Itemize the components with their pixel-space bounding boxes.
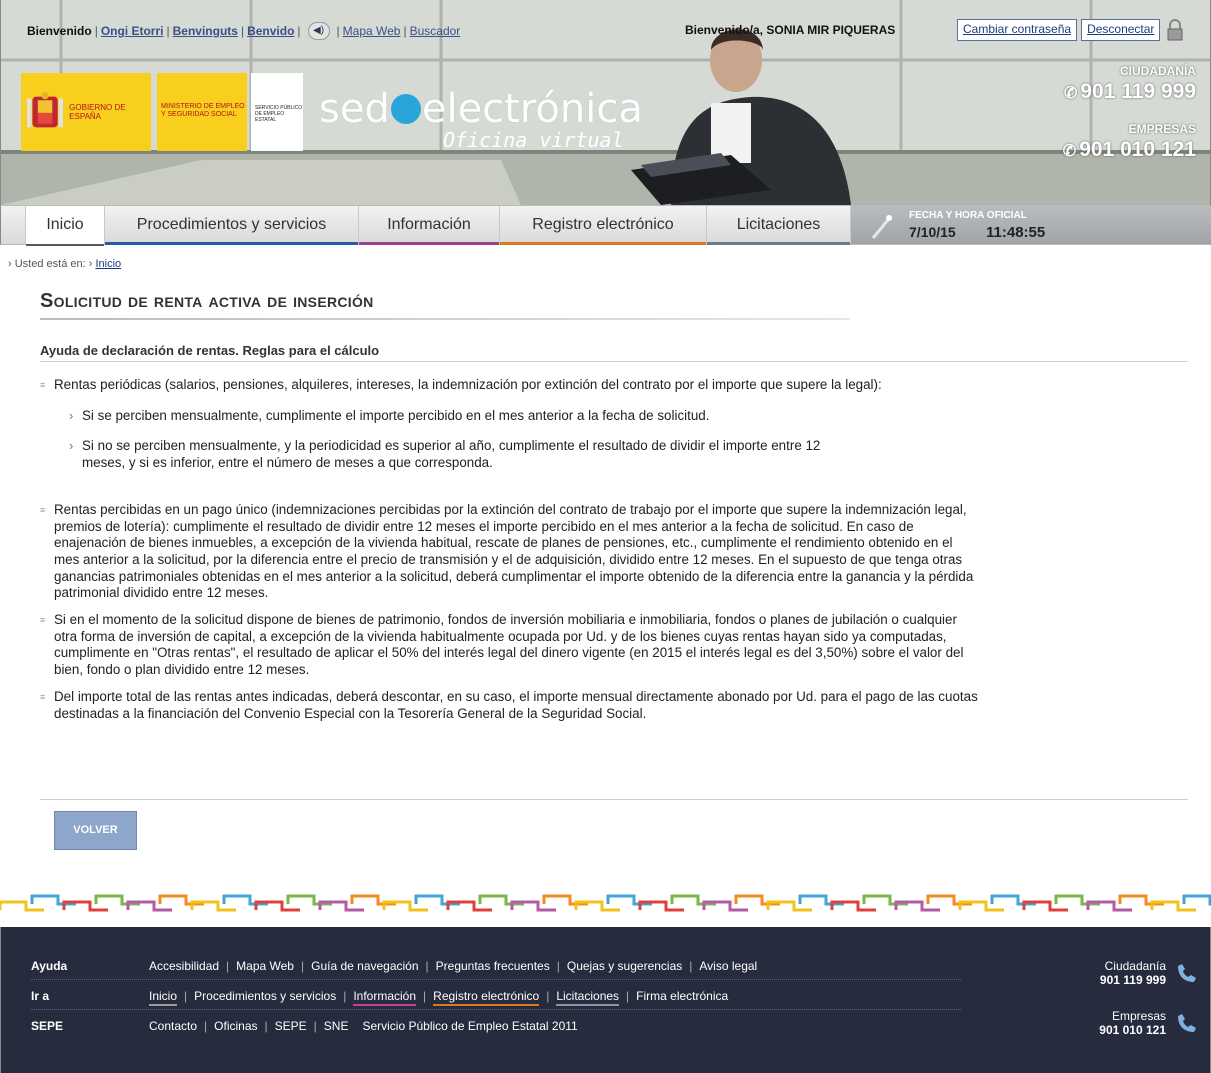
tab-underline (707, 242, 850, 245)
chevron-right-icon: › (69, 407, 74, 423)
bullet-icon: ≡ (40, 380, 46, 390)
language-spanish: Bienvenido (27, 24, 92, 38)
footer-link[interactable]: Información (353, 989, 417, 1006)
footer-business-phone: Empresas 901 010 121 (1099, 1009, 1196, 1037)
sub-list-item: › Si se perciben mensualmente, cumplimen… (69, 407, 710, 423)
header-phones: CIUDADANÍA ✆ 901 119 999 EMPRESAS ✆ 901 01… (1063, 64, 1196, 162)
gobierno-logo: GOBIERNO DE ESPAÑA (21, 73, 151, 151)
search-link[interactable]: Buscador (410, 24, 461, 38)
government-logos: GOBIERNO DE ESPAÑA MINISTERIO DE EMPLEO … (21, 73, 303, 151)
bullet-icon: ≡ (40, 504, 46, 515)
footer-link[interactable]: Inicio (149, 989, 178, 1006)
footer-link[interactable]: Oficinas (214, 1019, 257, 1033)
breadcrumb-arrow-icon: › (88, 258, 93, 270)
footer-link[interactable]: Guía de navegación (311, 959, 418, 973)
sepe-logo: SERVICIO PÚBLICO DE EMPLEO ESTATAL (251, 73, 303, 151)
tab-registro[interactable]: Registro electrónico (500, 206, 707, 245)
account-actions: Cambiar contraseña Desconectar (957, 19, 1184, 41)
speaker-icon[interactable]: ◀) (307, 22, 330, 40)
content-bottom-divider (40, 799, 1188, 800)
welcome-user-text: Bienvenido/a, SONIA MIR PIQUERAS (685, 23, 896, 37)
sede-electronica-brand: sed electrónica (319, 86, 643, 132)
citizen-phone-label: CIUDADANÍA (1120, 64, 1196, 78)
logout-link[interactable]: Desconectar (1081, 19, 1161, 41)
tab-underline (359, 242, 499, 245)
gobierno-logo-text: GOBIERNO DE ESPAÑA (69, 103, 126, 121)
change-password-link[interactable]: Cambiar contraseña (957, 19, 1078, 41)
top-links-bar: Bienvenido | Ongi Etorri | Benvinguts | … (27, 22, 461, 40)
footer-link[interactable]: Firma electrónica (636, 989, 728, 1006)
tab-underline (26, 244, 104, 246)
subheading-divider (40, 361, 1188, 362)
footer-row-label: Ayuda (31, 959, 68, 973)
phone-icon (1178, 964, 1196, 982)
brand-dot-icon (390, 94, 421, 124)
clock-date: 7/10/15 (909, 224, 956, 240)
site-footer: Ayuda Accesibilidad | Mapa Web | Guía de n… (0, 927, 1211, 1073)
clock-label: FECHA Y HORA OFICIAL (909, 210, 1027, 221)
phone-icon: ✆ (1063, 85, 1078, 102)
footer-copyright: Servicio Público de Empleo Estatal 2011 (362, 1019, 578, 1033)
footer-link[interactable]: Quejas y sugerencias (567, 959, 682, 973)
main-nav: Inicio Procedimientos y servicios Inform… (0, 205, 1211, 246)
breadcrumb-link-inicio[interactable]: Inicio (95, 258, 121, 270)
volver-button[interactable]: VOLVER (54, 811, 137, 850)
tab-underline (500, 242, 706, 245)
breadcrumb: › Usted está en: › Inicio (8, 258, 121, 270)
footer-link[interactable]: Mapa Web (236, 959, 294, 973)
tab-informacion[interactable]: Información (359, 206, 500, 245)
language-galician-link[interactable]: Benvido (247, 24, 294, 38)
chevron-right-icon: › (69, 438, 74, 454)
footer-link[interactable]: SEPE (275, 1019, 307, 1033)
sub-list-item: › Si no se perciben mensualmente, y la p… (69, 438, 821, 471)
phone-icon: ✆ (1062, 143, 1077, 160)
tab-licitaciones[interactable]: Licitaciones (707, 206, 851, 245)
section-subheading: Ayuda de declaración de rentas. Reglas p… (40, 343, 380, 358)
footer-link[interactable]: Registro electrónico (433, 989, 540, 1006)
business-phone-label: EMPRESAS (1128, 122, 1196, 136)
footer-row-label: SEPE (31, 1019, 64, 1033)
clock-time: 11:48:55 (986, 224, 1046, 241)
footer-link[interactable]: Accesibilidad (149, 959, 219, 973)
citizen-phone-number: ✆ 901 119 999 (1063, 80, 1196, 103)
bullet-icon: ≡ (40, 615, 46, 626)
title-divider (40, 318, 850, 320)
site-header: Bienvenido | Ongi Etorri | Benvinguts | … (0, 0, 1211, 205)
list-item: ≡ Rentas periódicas (salarios, pensiones… (40, 377, 980, 472)
list-item: ≡ Del importe total de las rentas antes … (40, 688, 978, 721)
tab-underline (105, 242, 358, 245)
breadcrumb-prefix: Usted está en: (14, 258, 86, 270)
phone-icon (1178, 1014, 1196, 1032)
page-title: Solicitud de renta activa de inserción (40, 290, 374, 312)
footer-row-ir-a: Ir a Inicio | Procedimientos y servicios |… (31, 989, 961, 1010)
footer-row-ayuda: Ayuda Accesibilidad | Mapa Web | Guía de n… (31, 959, 961, 980)
footer-link[interactable]: Contacto (149, 1019, 197, 1033)
footer-link[interactable]: Preguntas frecuentes (436, 959, 550, 973)
footer-link[interactable]: Aviso legal (699, 959, 757, 973)
footer-row-label: Ir a (31, 989, 50, 1003)
list-item: ≡ Rentas percibidas en un pago único (in… (40, 501, 974, 601)
ministerio-logo: MINISTERIO DE EMPLEO Y SEGURIDAD SOCIAL (157, 73, 247, 151)
oficina-virtual-subtitle: Oficina virtual (443, 128, 624, 152)
breadcrumb-arrow-icon: › (8, 258, 12, 270)
footer-row-sepe: SEPE Contacto | Oficinas | SEPE | SNE Servi… (31, 1019, 578, 1033)
tab-procedimientos[interactable]: Procedimientos y servicios (105, 206, 359, 245)
tab-inicio[interactable]: Inicio (25, 206, 105, 246)
decorative-chain-strip (0, 894, 1211, 912)
footer-link[interactable]: SNE (324, 1019, 349, 1033)
lock-icon (1167, 19, 1183, 41)
footer-link[interactable]: Licitaciones (556, 989, 620, 1006)
language-basque-link[interactable]: Ongi Etorri (101, 24, 164, 38)
rules-list: ≡ Rentas periódicas (salarios, pensiones… (40, 377, 980, 732)
sitemap-link[interactable]: Mapa Web (343, 24, 401, 38)
language-catalan-link[interactable]: Benvinguts (173, 24, 238, 38)
business-phone-number: ✆ 901 010 121 (1062, 138, 1196, 161)
bullet-icon: ≡ (40, 691, 46, 702)
list-item: ≡ Si en el momento de la solicitud dispo… (40, 612, 964, 678)
footer-citizen-phone: Ciudadanía 901 119 999 (1100, 959, 1196, 987)
footer-link[interactable]: Procedimientos y servicios (194, 989, 336, 1006)
coat-of-arms-icon (27, 92, 64, 128)
official-clock: FECHA Y HORA OFICIAL 7/10/15 11:48:55 (851, 206, 1211, 244)
clock-icon (871, 215, 893, 239)
